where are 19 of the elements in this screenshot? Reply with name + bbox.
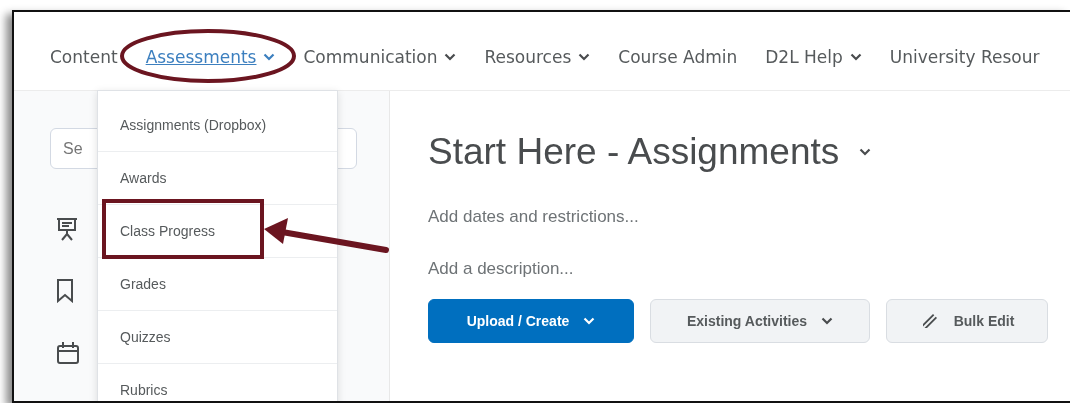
page-title: Start Here - Assignments xyxy=(428,131,840,173)
upload-create-button[interactable]: Upload / Create xyxy=(428,299,634,343)
nav-link[interactable]: D2L Help xyxy=(765,47,862,67)
existing-activities-button[interactable]: Existing Activities xyxy=(650,299,870,343)
menu-item[interactable]: Awards xyxy=(120,170,167,186)
nav-link[interactable]: Resources xyxy=(484,47,591,67)
nav-link[interactable]: University Resour xyxy=(889,47,1040,67)
nav-link[interactable]: Course Admin xyxy=(618,47,738,67)
add-description-link[interactable]: Add a description... xyxy=(428,259,574,279)
menu-item[interactable]: Quizzes xyxy=(120,329,171,345)
nav-link[interactable]: Communication xyxy=(303,47,457,67)
bulk-edit-button[interactable]: Bulk Edit xyxy=(886,299,1048,343)
nav-link[interactable]: Content xyxy=(50,47,118,67)
menu-item[interactable]: Class Progress xyxy=(120,223,215,239)
menu-item[interactable]: Assignments (Dropbox) xyxy=(120,117,267,133)
menu-item[interactable]: Rubrics xyxy=(120,382,168,398)
menu-item[interactable]: Grades xyxy=(120,276,166,292)
nav-link[interactable]: Assessments xyxy=(145,47,276,67)
add-dates-link[interactable]: Add dates and restrictions... xyxy=(428,207,639,227)
